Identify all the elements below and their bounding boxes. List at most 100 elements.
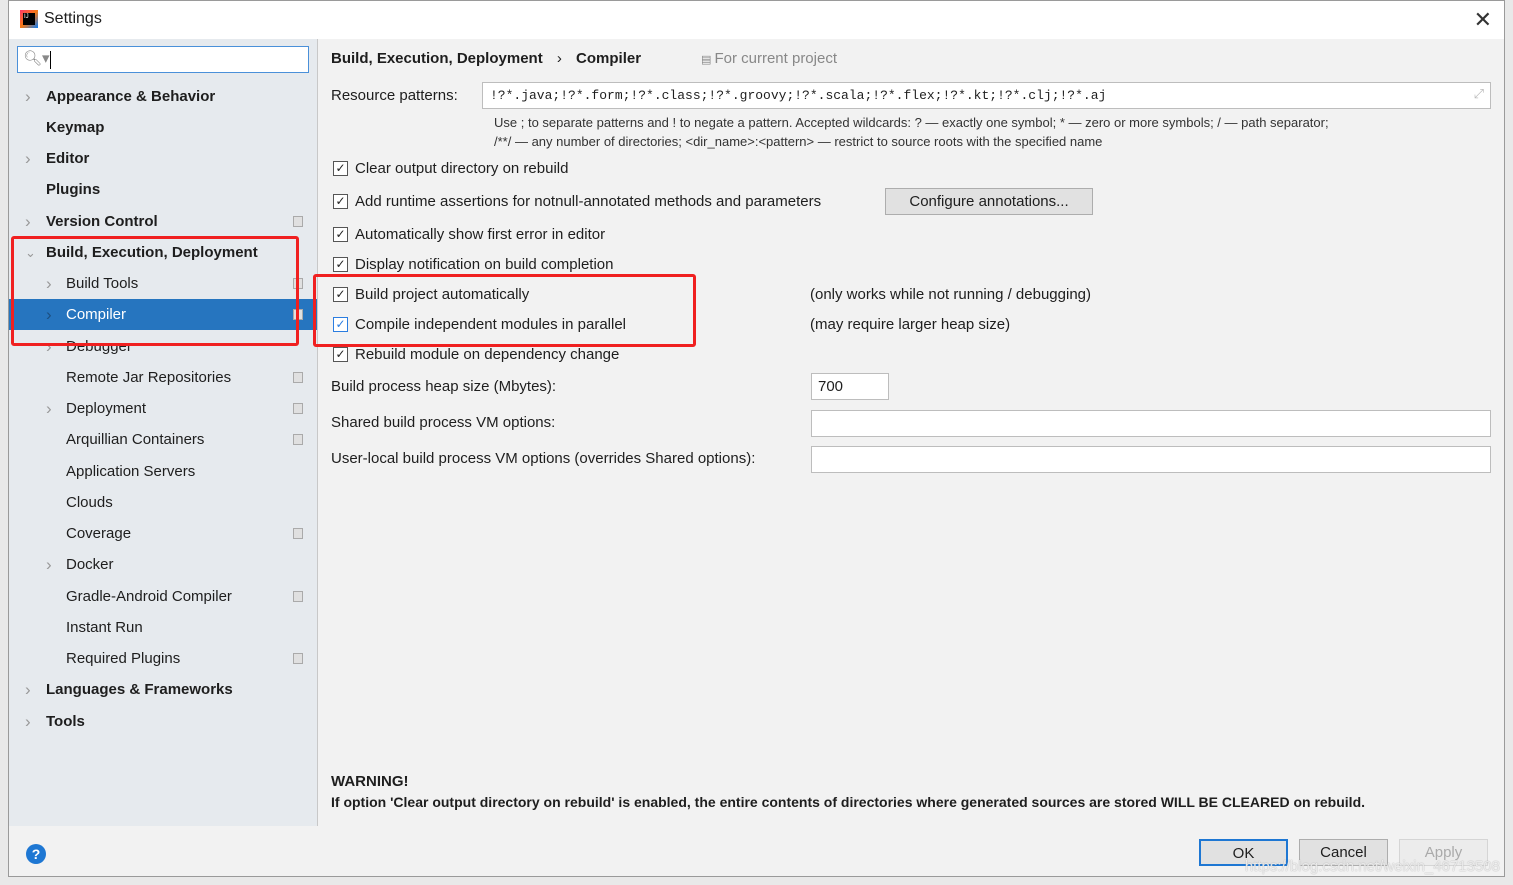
project-level-icon <box>293 216 303 227</box>
compiler-panel: Build, Execution, Deployment › Compiler … <box>319 39 1504 826</box>
sidebar-item-label: Gradle-Android Compiler <box>66 588 232 605</box>
sidebar-item-label: Coverage <box>66 525 132 542</box>
breadcrumb: Build, Execution, Deployment › Compiler <box>331 50 641 67</box>
sidebar-item-plugins[interactable]: Plugins <box>9 174 317 205</box>
checkbox[interactable]: ✓ <box>333 257 348 272</box>
sidebar-item-coverage[interactable]: Coverage <box>9 518 317 549</box>
heap-size-label: Build process heap size (Mbytes): <box>331 378 557 395</box>
warning-text: If option 'Clear output directory on reb… <box>331 794 1366 810</box>
resource-patterns-input[interactable]: !?*.java;!?*.form;!?*.class;!?*.groovy;!… <box>482 82 1491 109</box>
checkbox-label: Display notification on build completion <box>355 256 614 273</box>
patterns-hint: /**/ — any number of directories; <dir_n… <box>494 134 1103 149</box>
shared-vm-input[interactable] <box>811 410 1491 437</box>
sidebar-item-label: Version Control <box>46 213 158 230</box>
breadcrumb-item: Compiler <box>576 50 642 67</box>
sidebar-item-label: Deployment <box>66 400 147 417</box>
option-checkbox-row[interactable]: ✓ Display notification on build completio… <box>333 256 813 276</box>
settings-dialog: IJ Settings ✕ 🔍︎▾ › Appearance & Behavior… <box>8 0 1505 877</box>
breadcrumb-separator-icon: › <box>556 50 562 67</box>
sidebar-item-languages-frameworks[interactable]: › Languages & Frameworks <box>9 674 317 705</box>
option-checkbox-row[interactable]: ✓ Rebuild module on dependency change <box>333 346 813 366</box>
sidebar-item-tools[interactable]: › Tools <box>9 706 317 737</box>
close-icon[interactable]: ✕ <box>1474 7 1492 33</box>
help-icon[interactable]: ? <box>26 844 46 864</box>
project-level-icon <box>293 653 303 664</box>
checkbox[interactable]: ✓ <box>333 194 348 209</box>
scope-text: For current project <box>714 50 837 67</box>
project-level-icon <box>293 434 303 445</box>
text-caret <box>50 51 51 69</box>
sidebar-item-label: Arquillian Containers <box>66 431 205 448</box>
option-checkbox-row[interactable]: ✓ Add runtime assertions for notnull-anno… <box>333 193 821 213</box>
project-level-icon <box>293 528 303 539</box>
sidebar-item-label: Plugins <box>46 181 101 198</box>
checkbox-label: Add runtime assertions for notnull-annot… <box>355 193 822 210</box>
sidebar-item-clouds[interactable]: Clouds <box>9 487 317 518</box>
sidebar-item-label: Languages & Frameworks <box>46 681 233 698</box>
option-note: (only works while not running / debuggin… <box>810 286 1091 303</box>
intellij-logo-icon: IJ <box>20 10 38 28</box>
project-level-icon <box>293 403 303 414</box>
sidebar-item-gradle-android-compiler[interactable]: Gradle-Android Compiler <box>9 581 317 612</box>
checkbox[interactable]: ✓ <box>333 161 348 176</box>
breadcrumb-item: Build, Execution, Deployment <box>331 50 543 67</box>
annotation-highlight-sidebar <box>11 236 299 346</box>
search-input[interactable]: 🔍︎▾ <box>17 46 309 73</box>
project-level-icon <box>293 591 303 602</box>
sidebar: 🔍︎▾ › Appearance & Behavior Keymap › Editor P… <box>9 39 318 826</box>
window-title: Settings <box>44 10 102 27</box>
patterns-hint: Use ; to separate patterns and ! to nega… <box>494 115 1329 130</box>
chevron-right-icon[interactable]: › <box>25 674 31 705</box>
checkbox-label: Automatically show first error in editor <box>355 226 606 243</box>
scope-label: ▤ For current project <box>701 50 837 67</box>
user-vm-label: User-local build process VM options (ove… <box>331 450 756 467</box>
sidebar-item-arquillian-containers[interactable]: Arquillian Containers <box>9 424 317 455</box>
heap-size-input[interactable]: 700 <box>811 373 889 400</box>
chevron-right-icon[interactable]: › <box>46 393 52 424</box>
sidebar-item-required-plugins[interactable]: Required Plugins <box>9 643 317 674</box>
sidebar-item-editor[interactable]: › Editor <box>9 143 317 174</box>
user-vm-input[interactable] <box>811 446 1491 473</box>
checkbox-label: Rebuild module on dependency change <box>355 346 620 363</box>
chevron-right-icon[interactable]: › <box>25 143 31 174</box>
sidebar-item-label: Keymap <box>46 119 105 136</box>
resource-patterns-label: Resource patterns: <box>331 87 458 104</box>
option-checkbox-row[interactable]: ✓ Clear output directory on rebuild <box>333 160 813 180</box>
chevron-right-icon[interactable]: › <box>25 206 31 237</box>
sidebar-item-deployment[interactable]: › Deployment <box>9 393 317 424</box>
sidebar-item-label: Remote Jar Repositories <box>66 369 232 386</box>
project-icon: ▤ <box>701 54 715 66</box>
chevron-right-icon[interactable]: › <box>25 706 31 737</box>
sidebar-item-label: Clouds <box>66 494 113 511</box>
checkbox[interactable]: ✓ <box>333 227 348 242</box>
option-checkbox-row[interactable]: ✓ Automatically show first error in edito… <box>333 226 813 246</box>
sidebar-item-label: Editor <box>46 150 90 167</box>
option-note: (may require larger heap size) <box>810 316 1011 333</box>
configure-annotations-button[interactable]: Configure annotations... <box>885 188 1093 215</box>
sidebar-item-application-servers[interactable]: Application Servers <box>9 456 317 487</box>
sidebar-item-label: Application Servers <box>66 463 196 480</box>
watermark: https://blog.csdn.net/weixin_46713508 <box>1244 858 1500 875</box>
sidebar-item-appearance-behavior[interactable]: › Appearance & Behavior <box>9 81 317 112</box>
sidebar-item-label: Required Plugins <box>66 650 181 667</box>
heap-size-value: 700 <box>818 378 844 395</box>
sidebar-item-docker[interactable]: › Docker <box>9 549 317 580</box>
chevron-right-icon[interactable]: › <box>46 549 52 580</box>
resource-patterns-value: !?*.java;!?*.form;!?*.class;!?*.groovy;!… <box>490 88 1107 103</box>
chevron-right-icon[interactable]: › <box>25 81 31 112</box>
project-level-icon <box>293 372 303 383</box>
sidebar-item-label: Docker <box>66 556 114 573</box>
sidebar-item-instant-run[interactable]: Instant Run <box>9 612 317 643</box>
checkbox-label: Clear output directory on rebuild <box>355 160 569 177</box>
sidebar-item-remote-jar-repositories[interactable]: Remote Jar Repositories <box>9 362 317 393</box>
sidebar-item-version-control[interactable]: › Version Control <box>9 206 317 237</box>
sidebar-item-label: Tools <box>46 713 85 730</box>
sidebar-item-label: Appearance & Behavior <box>46 88 216 105</box>
search-icon: 🔍︎▾ <box>23 50 50 67</box>
shared-vm-label: Shared build process VM options: <box>331 414 556 431</box>
checkbox[interactable]: ✓ <box>333 347 348 362</box>
title-bar: IJ Settings ✕ <box>9 1 1504 39</box>
sidebar-item-keymap[interactable]: Keymap <box>9 112 317 143</box>
expand-icon[interactable]: ⤢ <box>1474 86 1484 102</box>
warning-title: WARNING! <box>331 773 409 790</box>
